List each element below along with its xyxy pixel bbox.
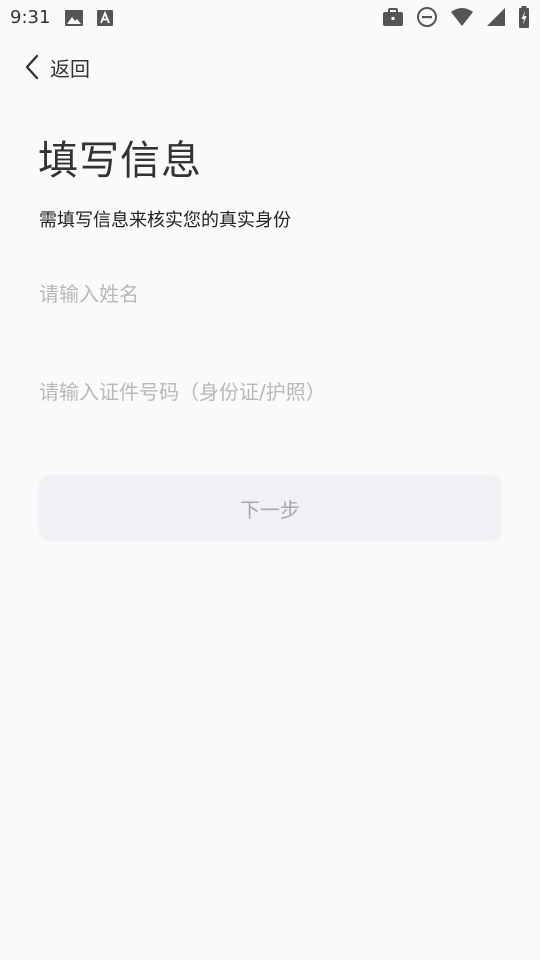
status-time: 9:31 (10, 7, 51, 28)
do-not-disturb-icon (416, 6, 438, 28)
briefcase-icon (382, 7, 404, 27)
name-input[interactable] (39, 274, 501, 314)
battery-charging-icon (518, 6, 530, 28)
id-number-input[interactable] (39, 372, 501, 412)
status-left-icons (64, 9, 114, 27)
image-icon (64, 9, 84, 27)
font-a-icon (96, 9, 114, 27)
status-bar: 9:31 (0, 0, 540, 36)
wifi-icon (450, 7, 474, 27)
back-label: 返回 (50, 56, 90, 81)
page-title: 填写信息 (38, 138, 202, 184)
next-step-button[interactable]: 下一步 (38, 475, 502, 541)
chevron-left-icon (24, 54, 40, 80)
status-right-icons (382, 6, 530, 28)
page-subtitle: 需填写信息来核实您的真实身份 (39, 210, 291, 231)
back-button[interactable]: 返回 (24, 50, 90, 84)
signal-icon (486, 7, 506, 27)
